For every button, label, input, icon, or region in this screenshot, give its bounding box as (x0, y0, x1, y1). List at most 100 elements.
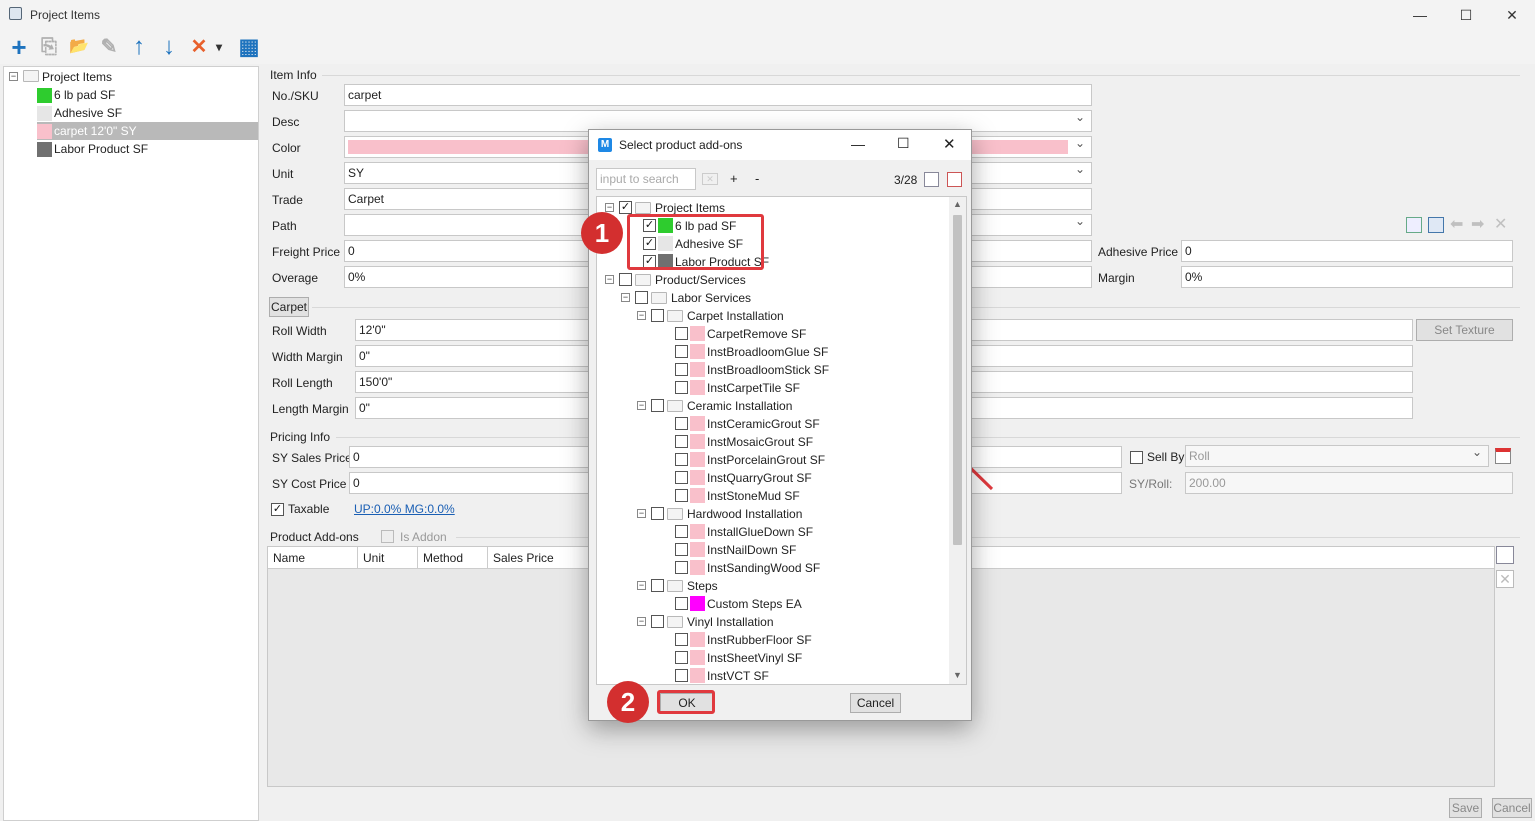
dialog-minimize-button[interactable]: — (851, 136, 865, 152)
dialog-title: Select product add-ons (619, 138, 743, 152)
node-label: InstQuarryGrout SF (707, 471, 812, 485)
node-checkbox[interactable] (675, 435, 688, 448)
node-label: InstallGlueDown SF (707, 525, 814, 539)
tree-folder-node[interactable]: − Labor Services (597, 289, 947, 307)
folder-icon (667, 400, 683, 412)
expand-all-button[interactable]: + (730, 171, 738, 186)
node-label: Labor Services (671, 291, 752, 305)
tree-folder-node[interactable]: − Product/Services (597, 271, 947, 289)
node-checkbox[interactable] (675, 633, 688, 646)
list-view-icon[interactable] (924, 172, 939, 187)
node-checkbox[interactable] (675, 363, 688, 376)
tree-folder-node[interactable]: − Steps (597, 577, 947, 595)
node-checkbox[interactable] (675, 381, 688, 394)
tree-folder-node[interactable]: − Hardwood Installation (597, 505, 947, 523)
node-checkbox[interactable] (675, 417, 688, 430)
scrollbar-thumb[interactable] (953, 215, 962, 545)
node-checkbox[interactable] (675, 327, 688, 340)
color-swatch (690, 524, 705, 539)
collapse-icon[interactable]: − (637, 509, 646, 518)
tree-item-node[interactable]: InstallGlueDown SF (597, 523, 947, 541)
node-checkbox[interactable] (675, 597, 688, 610)
tree-item-node[interactable]: InstRubberFloor SF (597, 631, 947, 649)
node-label: InstStoneMud SF (707, 489, 800, 503)
tree-item-node[interactable]: InstQuarryGrout SF (597, 469, 947, 487)
color-swatch (690, 488, 705, 503)
tree-folder-node[interactable]: − Vinyl Installation (597, 613, 947, 631)
node-label: InstVCT SF (707, 669, 769, 683)
node-checkbox[interactable] (651, 579, 664, 592)
node-checkbox[interactable] (675, 651, 688, 664)
node-label: InstCeramicGrout SF (707, 417, 820, 431)
tree-folder-node[interactable]: − Carpet Installation (597, 307, 947, 325)
tree-item-node[interactable]: InstCarpetTile SF (597, 379, 947, 397)
clear-search-icon[interactable]: ✕ (702, 173, 718, 185)
checked-items-highlight (627, 214, 764, 270)
node-checkbox[interactable] (651, 615, 664, 628)
node-label: InstBroadloomStick SF (707, 363, 830, 377)
dialog-close-button[interactable]: ✕ (943, 135, 956, 153)
node-checkbox[interactable] (675, 345, 688, 358)
collapse-icon[interactable]: − (637, 311, 646, 320)
dialog-cancel-button[interactable]: Cancel (850, 693, 901, 713)
color-swatch (690, 470, 705, 485)
dialog-maximize-button[interactable]: ☐ (897, 135, 910, 152)
collapse-all-button[interactable]: - (755, 171, 759, 186)
tree-item-node[interactable]: InstCeramicGrout SF (597, 415, 947, 433)
tree-item-node[interactable]: InstNailDown SF (597, 541, 947, 559)
collapse-icon[interactable]: − (605, 275, 614, 284)
node-label: Hardwood Installation (687, 507, 803, 521)
collapse-icon[interactable]: − (637, 581, 646, 590)
tree-item-node[interactable]: InstBroadloomStick SF (597, 361, 947, 379)
tree-item-node[interactable]: InstSheetVinyl SF (597, 649, 947, 667)
folder-icon (667, 508, 683, 520)
tree-item-node[interactable]: InstVCT SF (597, 667, 947, 684)
collapse-icon[interactable]: − (621, 293, 630, 302)
tree-item-node[interactable]: Custom Steps EA (597, 595, 947, 613)
node-label: Carpet Installation (687, 309, 784, 323)
color-swatch (690, 344, 705, 359)
collapse-icon[interactable]: − (637, 617, 646, 626)
tree-item-node[interactable]: InstPorcelainGrout SF (597, 451, 947, 469)
node-checkbox[interactable] (675, 669, 688, 682)
node-checkbox[interactable] (651, 399, 664, 412)
node-label: InstNailDown SF (707, 543, 797, 557)
color-swatch (690, 668, 705, 683)
tree-item-node[interactable]: CarpetRemove SF (597, 325, 947, 343)
node-label: InstRubberFloor SF (707, 633, 812, 647)
node-label: InstMosaicGrout SF (707, 435, 814, 449)
tree-scrollbar[interactable]: ▲ ▼ (949, 197, 966, 684)
node-checkbox[interactable] (675, 543, 688, 556)
node-checkbox[interactable] (651, 309, 664, 322)
tree-item-node[interactable]: InstMosaicGrout SF (597, 433, 947, 451)
color-swatch (690, 326, 705, 341)
node-checkbox[interactable] (675, 525, 688, 538)
folder-icon (667, 580, 683, 592)
node-checkbox[interactable] (651, 507, 664, 520)
scroll-up-icon[interactable]: ▲ (953, 199, 962, 209)
detail-view-icon[interactable] (947, 172, 962, 187)
node-checkbox[interactable] (635, 291, 648, 304)
folder-icon (635, 202, 651, 214)
folder-icon (667, 310, 683, 322)
tree-item-node[interactable]: InstStoneMud SF (597, 487, 947, 505)
scroll-down-icon[interactable]: ▼ (953, 670, 962, 680)
node-checkbox[interactable] (675, 561, 688, 574)
callout-2: 2 (607, 681, 649, 723)
node-checkbox[interactable] (675, 471, 688, 484)
tree-item-node[interactable]: InstBroadloomGlue SF (597, 343, 947, 361)
node-checkbox[interactable] (675, 453, 688, 466)
color-swatch (690, 542, 705, 557)
dialog-search-input[interactable]: input to search (596, 168, 696, 190)
node-checkbox[interactable] (675, 489, 688, 502)
node-checkbox[interactable]: ✓ (619, 201, 632, 214)
tree-folder-node[interactable]: − Ceramic Installation (597, 397, 947, 415)
node-label: InstBroadloomGlue SF (707, 345, 829, 359)
node-label: InstPorcelainGrout SF (707, 453, 826, 467)
node-label: InstSandingWood SF (707, 561, 821, 575)
node-checkbox[interactable] (619, 273, 632, 286)
collapse-icon[interactable]: − (605, 203, 614, 212)
collapse-icon[interactable]: − (637, 401, 646, 410)
tree-item-node[interactable]: InstSandingWood SF (597, 559, 947, 577)
color-swatch (690, 452, 705, 467)
